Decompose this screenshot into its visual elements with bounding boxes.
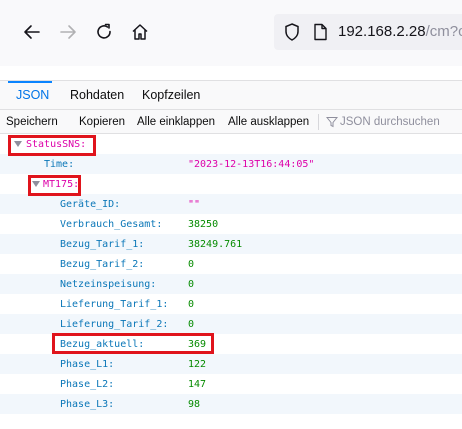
json-value: 0 <box>188 279 195 290</box>
filter-placeholder: JSON durchsuchen <box>340 116 440 128</box>
forward-arrow-icon[interactable] <box>54 18 82 46</box>
json-value: 0 <box>188 299 195 310</box>
json-key: Phase_L1: <box>60 359 115 370</box>
save-button[interactable]: Speichern <box>6 116 58 128</box>
json-key: Phase_L2: <box>60 379 115 390</box>
json-value: 38250 <box>188 219 219 230</box>
json-row[interactable]: Bezug_aktuell: 369 <box>0 334 462 354</box>
json-row[interactable]: Geräte_ID: "" <box>0 194 462 214</box>
json-row[interactable]: Verbrauch_Gesamt: 38250 <box>0 214 462 234</box>
json-key: Lieferung_Tarif_2: <box>60 319 169 330</box>
json-row-mt175[interactable]: MT175: <box>0 174 462 194</box>
json-key: Bezug_Tarif_1: <box>60 239 145 250</box>
url-bar[interactable]: 192.168.2.28/cm?cm <box>274 14 462 50</box>
tab-json[interactable]: JSON <box>16 88 49 102</box>
url-text[interactable]: 192.168.2.28/cm?cm <box>338 23 462 40</box>
json-row[interactable]: Phase_L2: 147 <box>0 374 462 394</box>
page-icon[interactable] <box>310 22 330 42</box>
json-value: 147 <box>188 379 207 390</box>
json-key: Bezug_Tarif_2: <box>60 259 145 270</box>
json-row[interactable]: Phase_L3: 98 <box>0 394 462 414</box>
browser-toolbar: 192.168.2.28/cm?cm <box>0 0 462 66</box>
home-icon[interactable] <box>126 18 154 46</box>
shield-icon[interactable] <box>282 22 302 42</box>
json-row[interactable]: Bezug_Tarif_1: 38249.761 <box>0 234 462 254</box>
tab-rohdaten[interactable]: Rohdaten <box>70 88 124 102</box>
json-value: "2023-12-13T16:44:05" <box>188 159 315 170</box>
json-viewer-tabs: JSON Rohdaten Kopfzeilen <box>0 80 462 110</box>
filter-json-input[interactable]: JSON durchsuchen <box>326 114 462 131</box>
json-value: 0 <box>188 319 195 330</box>
back-arrow-icon[interactable] <box>18 18 46 46</box>
json-key: MT175: <box>43 179 80 190</box>
expand-all-button[interactable]: Alle ausklappen <box>228 116 309 128</box>
json-value: 98 <box>188 399 201 410</box>
json-key: Bezug_aktuell: <box>60 339 145 350</box>
json-row-statussns[interactable]: StatusSNS: <box>0 134 462 154</box>
json-row[interactable]: Netzeinspeisung: 0 <box>0 274 462 294</box>
reload-icon[interactable] <box>90 18 118 46</box>
collapse-arrow-icon[interactable] <box>32 181 40 187</box>
json-row[interactable]: Lieferung_Tarif_1: 0 <box>0 294 462 314</box>
active-tab-indicator <box>8 81 52 83</box>
json-value: 122 <box>188 359 207 370</box>
json-value: 38249.761 <box>188 239 243 250</box>
json-key: StatusSNS: <box>26 139 87 150</box>
json-key: Verbrauch_Gesamt: <box>60 219 163 230</box>
json-key: Time: <box>44 159 75 170</box>
json-key: Lieferung_Tarif_1: <box>60 299 169 310</box>
json-value: "" <box>188 199 201 210</box>
separator <box>318 114 319 130</box>
json-key: Phase_L3: <box>60 399 115 410</box>
json-row[interactable]: Bezug_Tarif_2: 0 <box>0 254 462 274</box>
tab-kopfzeilen[interactable]: Kopfzeilen <box>142 88 200 102</box>
json-action-bar: Speichern Kopieren Alle einklappen Alle … <box>0 110 462 134</box>
copy-button[interactable]: Kopieren <box>79 116 125 128</box>
json-key: Geräte_ID: <box>60 199 121 210</box>
collapse-all-button[interactable]: Alle einklappen <box>137 116 215 128</box>
json-row[interactable]: Phase_L1: 122 <box>0 354 462 374</box>
json-value: 0 <box>188 259 195 270</box>
json-row[interactable]: Lieferung_Tarif_2: 0 <box>0 314 462 334</box>
json-row-time[interactable]: Time: "2023-12-13T16:44:05" <box>0 154 462 174</box>
filter-icon <box>326 117 338 128</box>
collapse-arrow-icon[interactable] <box>14 141 22 147</box>
json-value: 369 <box>188 339 207 350</box>
json-key: Netzeinspeisung: <box>60 279 157 290</box>
